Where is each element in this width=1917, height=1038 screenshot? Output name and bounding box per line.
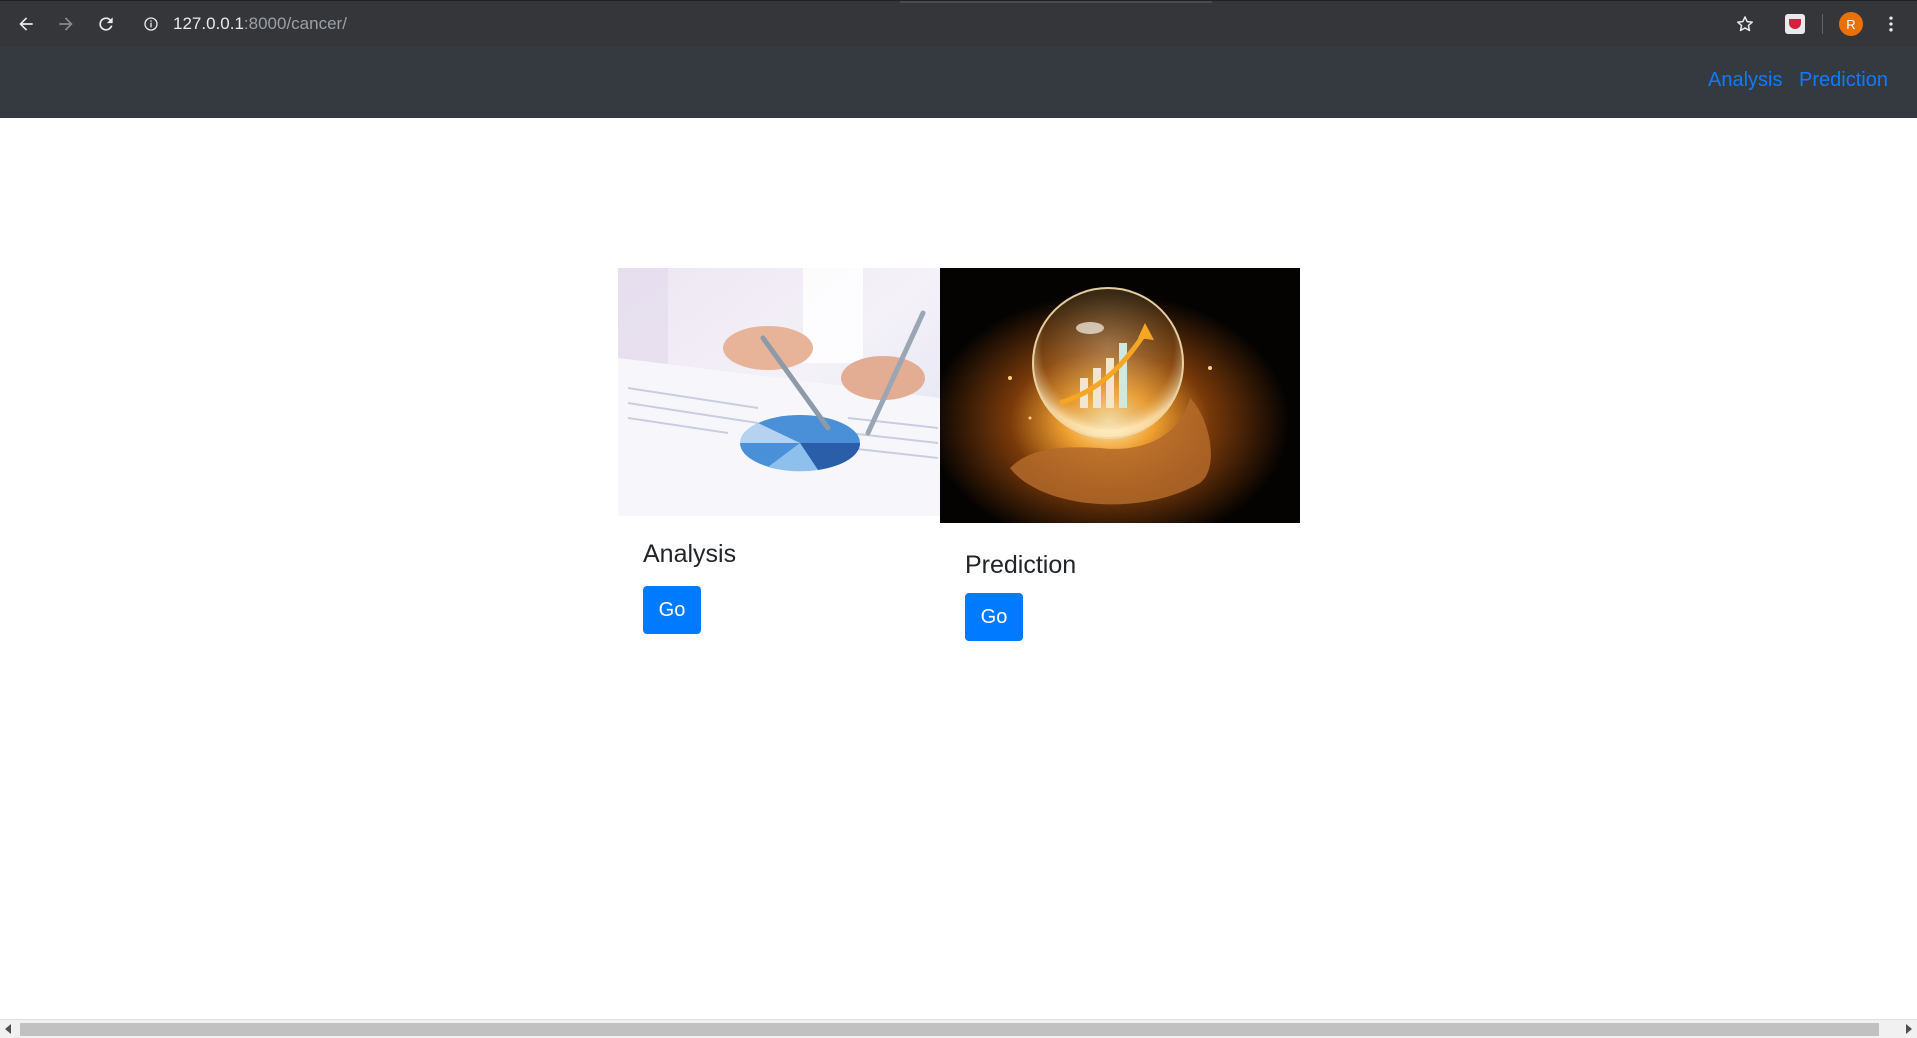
- crystal-ball-growth-photo-icon: [940, 268, 1300, 523]
- prediction-image: [940, 268, 1300, 523]
- analysis-card-title: Analysis: [643, 540, 737, 568]
- reload-icon: [99, 17, 113, 31]
- site-navbar: Analysis Prediction: [0, 47, 1917, 118]
- reload-button[interactable]: [92, 10, 120, 38]
- nav-link-prediction[interactable]: Prediction: [1799, 69, 1888, 92]
- toolbar-separator: [1822, 14, 1823, 34]
- prediction-go-button[interactable]: Go: [965, 593, 1023, 641]
- avatar: R: [1839, 12, 1863, 36]
- url-host: 127.0.0.1: [173, 14, 244, 33]
- scroll-left-arrow-icon[interactable]: [5, 1024, 11, 1034]
- bookmark-star-button[interactable]: [1732, 11, 1758, 37]
- nav-link-analysis[interactable]: Analysis: [1708, 69, 1782, 92]
- analysis-card: Analysis Go: [618, 268, 940, 648]
- scrollbar-thumb[interactable]: [20, 1023, 1879, 1036]
- arrow-left-icon: [19, 17, 33, 31]
- pie-chart-analysis-photo-icon: [618, 268, 940, 516]
- prediction-card: Prediction Go: [940, 268, 1300, 658]
- star-icon: [1737, 16, 1753, 32]
- analysis-go-button[interactable]: Go: [643, 586, 701, 634]
- arrow-right-icon: [59, 17, 73, 31]
- kebab-menu-icon: [1889, 16, 1893, 32]
- scroll-right-arrow-icon[interactable]: [1906, 1024, 1912, 1034]
- profile-button[interactable]: R: [1838, 11, 1864, 37]
- browser-toolbar: 127.0.0.1:8000/cancer/ R: [0, 0, 1917, 47]
- browser-menu-button[interactable]: [1878, 11, 1904, 37]
- pocket-extension-button[interactable]: [1782, 11, 1808, 37]
- address-bar[interactable]: 127.0.0.1:8000/cancer/: [143, 11, 347, 37]
- pocket-icon: [1785, 14, 1805, 34]
- back-button[interactable]: [12, 10, 40, 38]
- info-icon[interactable]: [143, 16, 159, 32]
- prediction-card-title: Prediction: [965, 551, 1077, 579]
- tab-indicator: [900, 1, 1212, 3]
- analysis-image: [618, 268, 940, 516]
- forward-button[interactable]: [52, 10, 80, 38]
- url-path: :8000/cancer/: [243, 14, 347, 33]
- horizontal-scrollbar[interactable]: [0, 1019, 1917, 1038]
